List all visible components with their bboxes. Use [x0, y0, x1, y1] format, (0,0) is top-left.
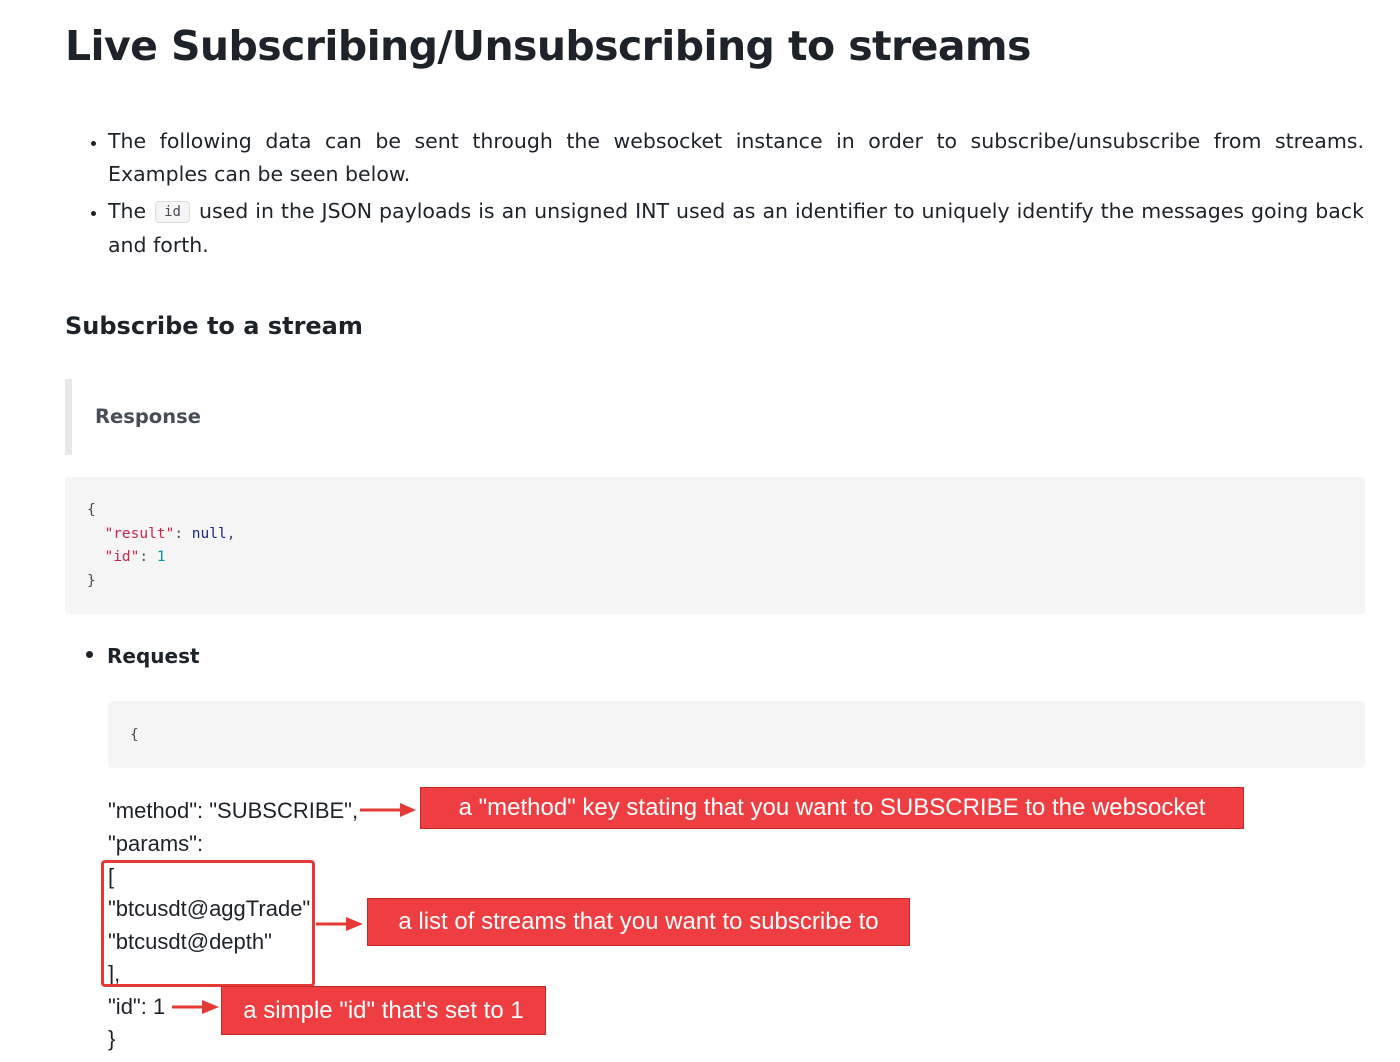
request-label: Request — [107, 644, 200, 668]
bullet-dot — [86, 651, 93, 658]
response-code-block: { "result": null, "id": 1 } — [65, 477, 1365, 614]
page-title: Live Subscribing/Unsubscribing to stream… — [65, 22, 1031, 70]
id-callout: a simple "id" that's set to 1 — [221, 986, 546, 1035]
streams-callout: a list of streams that you want to subsc… — [367, 898, 910, 946]
method-arrow-icon — [360, 803, 416, 817]
intro-bullet-2-after: used in the JSON payloads is an unsigned… — [108, 199, 1364, 257]
method-callout: a "method" key stating that you want to … — [420, 787, 1244, 829]
request-line-method: "method": "SUBSCRIBE", — [108, 798, 359, 823]
section-heading: Subscribe to a stream — [65, 312, 363, 340]
response-code-close: } — [87, 572, 96, 589]
request-bullet: Request — [86, 644, 200, 668]
request-line-id: "id": 1 — [108, 994, 166, 1019]
request-code-block: { — [108, 701, 1365, 768]
response-code-id-value: 1 — [156, 549, 166, 565]
response-code-id-key: "id" — [104, 549, 140, 565]
response-blockquote: Response — [65, 379, 392, 455]
inline-code-id: id — [155, 201, 190, 223]
streams-arrow-icon — [316, 917, 363, 931]
intro-bullet-2-before: The — [108, 199, 147, 223]
response-code-result-key: "result" — [104, 525, 175, 542]
response-label: Response — [95, 405, 201, 428]
response-code-result-value: null — [191, 525, 227, 542]
response-code: { "result": null, "id": 1 } — [87, 502, 236, 589]
id-arrow-icon — [172, 1000, 219, 1014]
request-line-close: } — [108, 1026, 116, 1051]
request-line-params: "params": — [108, 831, 204, 856]
params-highlight-box — [101, 860, 315, 987]
intro-bullet-list: The following data can be sent through t… — [86, 125, 1364, 266]
intro-bullet-1-text: The following data can be sent through t… — [108, 129, 1364, 186]
response-code-open: { — [87, 502, 96, 518]
intro-bullet-1: The following data can be sent through t… — [108, 125, 1364, 191]
intro-bullet-2: The id used in the JSON payloads is an u… — [108, 195, 1364, 262]
request-code-open: { — [130, 727, 139, 743]
